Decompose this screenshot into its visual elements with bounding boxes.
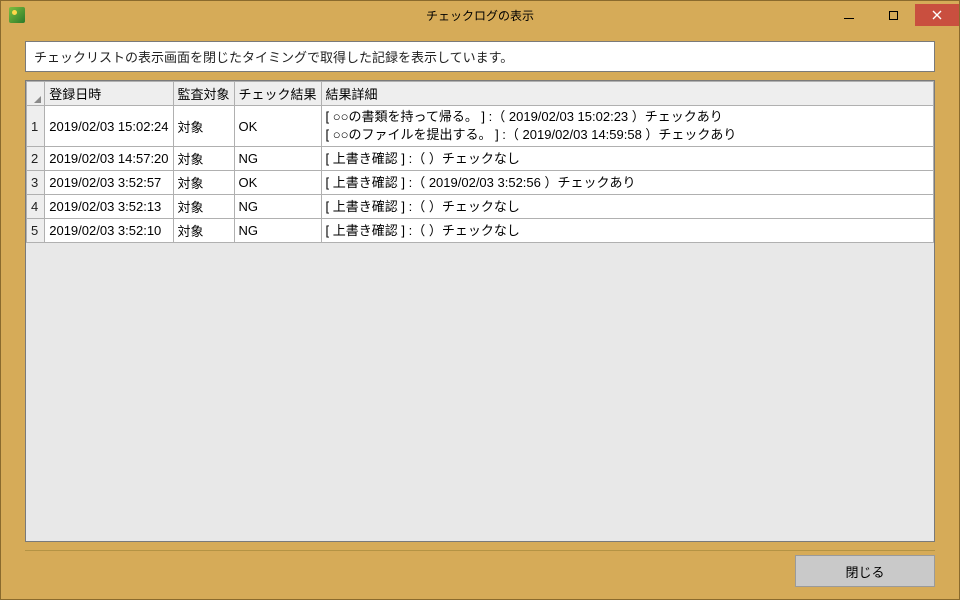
log-table-container[interactable]: 登録日時 監査対象 チェック結果 結果詳細 12019/02/03 15:02:… bbox=[25, 80, 935, 542]
result-cell: NG bbox=[234, 219, 321, 243]
detail-line: [ 上書き確認 ] :（ 2019/02/03 3:52:56 ）チェックあり bbox=[326, 174, 929, 192]
row-number-header[interactable] bbox=[27, 82, 45, 106]
close-button[interactable] bbox=[915, 4, 959, 26]
detail-cell: [ ○○の書類を持って帰る。 ] :（ 2019/02/03 15:02:23 … bbox=[321, 106, 933, 147]
detail-line: [ ○○のファイルを提出する。 ] :（ 2019/02/03 14:59:58… bbox=[326, 126, 929, 144]
table-row[interactable]: 52019/02/03 3:52:10対象NG [ 上書き確認 ] :（ ）チェッ… bbox=[27, 219, 934, 243]
app-icon bbox=[9, 7, 25, 23]
col-datetime[interactable]: 登録日時 bbox=[45, 82, 173, 106]
row-number-cell[interactable]: 1 bbox=[27, 106, 45, 147]
datetime-cell: 2019/02/03 15:02:24 bbox=[45, 106, 173, 147]
close-icon bbox=[932, 10, 942, 20]
log-table: 登録日時 監査対象 チェック結果 結果詳細 12019/02/03 15:02:… bbox=[26, 81, 934, 243]
row-number-cell[interactable]: 5 bbox=[27, 219, 45, 243]
detail-line: [ ○○の書類を持って帰る。 ] :（ 2019/02/03 15:02:23 … bbox=[326, 108, 929, 126]
target-cell: 対象 bbox=[173, 195, 234, 219]
table-row[interactable]: 32019/02/03 3:52:57対象OK [ 上書き確認 ] :（ 2019… bbox=[27, 171, 934, 195]
col-target[interactable]: 監査対象 bbox=[173, 82, 234, 106]
result-cell: OK bbox=[234, 171, 321, 195]
close-dialog-button[interactable]: 閉じる bbox=[795, 555, 935, 587]
titlebar: チェックログの表示 bbox=[1, 1, 959, 29]
col-result[interactable]: チェック結果 bbox=[234, 82, 321, 106]
detail-cell: [ 上書き確認 ] :（ ）チェックなし bbox=[321, 195, 933, 219]
select-all-icon bbox=[34, 96, 41, 103]
row-number-cell[interactable]: 2 bbox=[27, 147, 45, 171]
table-row[interactable]: 22019/02/03 14:57:20対象NG [ 上書き確認 ] :（ ）チェ… bbox=[27, 147, 934, 171]
dialog-window: チェックログの表示 チェックリストの表示画面を閉じたタイミングで取得した記録を表… bbox=[0, 0, 960, 600]
description-text: チェックリストの表示画面を閉じたタイミングで取得した記録を表示しています。 bbox=[25, 41, 935, 72]
maximize-button[interactable] bbox=[871, 4, 915, 26]
datetime-cell: 2019/02/03 14:57:20 bbox=[45, 147, 173, 171]
maximize-icon bbox=[889, 11, 898, 20]
detail-cell: [ 上書き確認 ] :（ ）チェックなし bbox=[321, 219, 933, 243]
detail-line: [ 上書き確認 ] :（ ）チェックなし bbox=[326, 198, 929, 216]
detail-line: [ 上書き確認 ] :（ ）チェックなし bbox=[326, 150, 929, 168]
table-row[interactable]: 42019/02/03 3:52:13対象NG [ 上書き確認 ] :（ ）チェッ… bbox=[27, 195, 934, 219]
col-detail[interactable]: 結果詳細 bbox=[321, 82, 933, 106]
content-area: チェックリストの表示画面を閉じたタイミングで取得した記録を表示しています。 登録… bbox=[1, 29, 959, 599]
target-cell: 対象 bbox=[173, 106, 234, 147]
window-title: チェックログの表示 bbox=[1, 7, 959, 24]
detail-cell: [ 上書き確認 ] :（ ）チェックなし bbox=[321, 147, 933, 171]
detail-line: [ 上書き確認 ] :（ ）チェックなし bbox=[326, 222, 929, 240]
row-number-cell[interactable]: 3 bbox=[27, 171, 45, 195]
minimize-icon bbox=[844, 18, 854, 19]
datetime-cell: 2019/02/03 3:52:57 bbox=[45, 171, 173, 195]
footer: 閉じる bbox=[25, 550, 935, 587]
result-cell: NG bbox=[234, 195, 321, 219]
result-cell: OK bbox=[234, 106, 321, 147]
window-controls bbox=[827, 4, 959, 26]
row-number-cell[interactable]: 4 bbox=[27, 195, 45, 219]
target-cell: 対象 bbox=[173, 147, 234, 171]
target-cell: 対象 bbox=[173, 171, 234, 195]
datetime-cell: 2019/02/03 3:52:10 bbox=[45, 219, 173, 243]
target-cell: 対象 bbox=[173, 219, 234, 243]
table-header-row: 登録日時 監査対象 チェック結果 結果詳細 bbox=[27, 82, 934, 106]
detail-cell: [ 上書き確認 ] :（ 2019/02/03 3:52:56 ）チェックあり bbox=[321, 171, 933, 195]
result-cell: NG bbox=[234, 147, 321, 171]
minimize-button[interactable] bbox=[827, 4, 871, 26]
datetime-cell: 2019/02/03 3:52:13 bbox=[45, 195, 173, 219]
table-row[interactable]: 12019/02/03 15:02:24対象OK [ ○○の書類を持って帰る。 ]… bbox=[27, 106, 934, 147]
